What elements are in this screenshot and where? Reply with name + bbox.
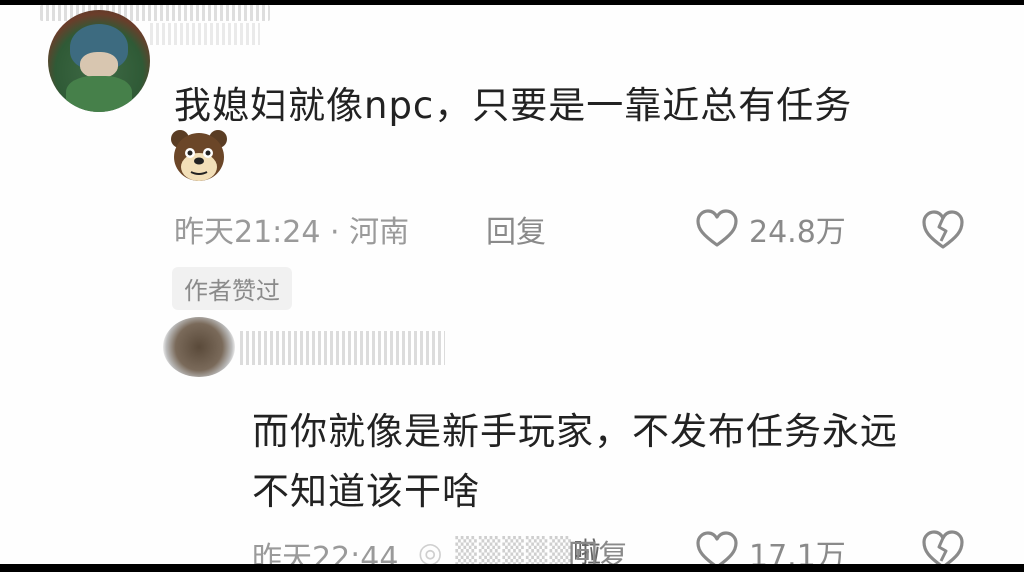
broken-heart-icon[interactable] <box>920 209 966 251</box>
blurred-username-detail <box>150 23 260 45</box>
broken-heart-icon[interactable] <box>920 529 966 564</box>
comment-text: 我媳妇就像npc，只要是一靠近总有任务 <box>174 84 853 127</box>
bear-face-emoji-icon <box>171 130 227 181</box>
reply-time: 昨天22:44 <box>252 541 399 564</box>
reply-button[interactable]: 回复 <box>568 531 628 564</box>
reply-text-line1: 而你就像是新手玩家，不发布任务永远 <box>252 410 898 453</box>
author-liked-badge: 作者赞过 <box>172 267 292 310</box>
like-count: 24.8万 <box>749 215 846 250</box>
comment-time-location: 昨天21:24 · 河南 <box>174 215 410 250</box>
heart-outline-icon[interactable] <box>695 531 739 564</box>
comment-panel: 我媳妇就像npc，只要是一靠近总有任务 昨天21:24 · 河南 回复 24.8… <box>0 5 1024 564</box>
reply-button[interactable]: 回复 <box>486 207 546 251</box>
reply-avatar[interactable] <box>163 317 235 377</box>
blurred-reply-username <box>240 331 445 365</box>
avatar[interactable] <box>48 10 150 112</box>
like-count: 17.1万 <box>749 539 846 564</box>
heart-outline-icon[interactable] <box>695 209 739 249</box>
reply-text-line2: 不知道该干啥 <box>252 470 480 513</box>
